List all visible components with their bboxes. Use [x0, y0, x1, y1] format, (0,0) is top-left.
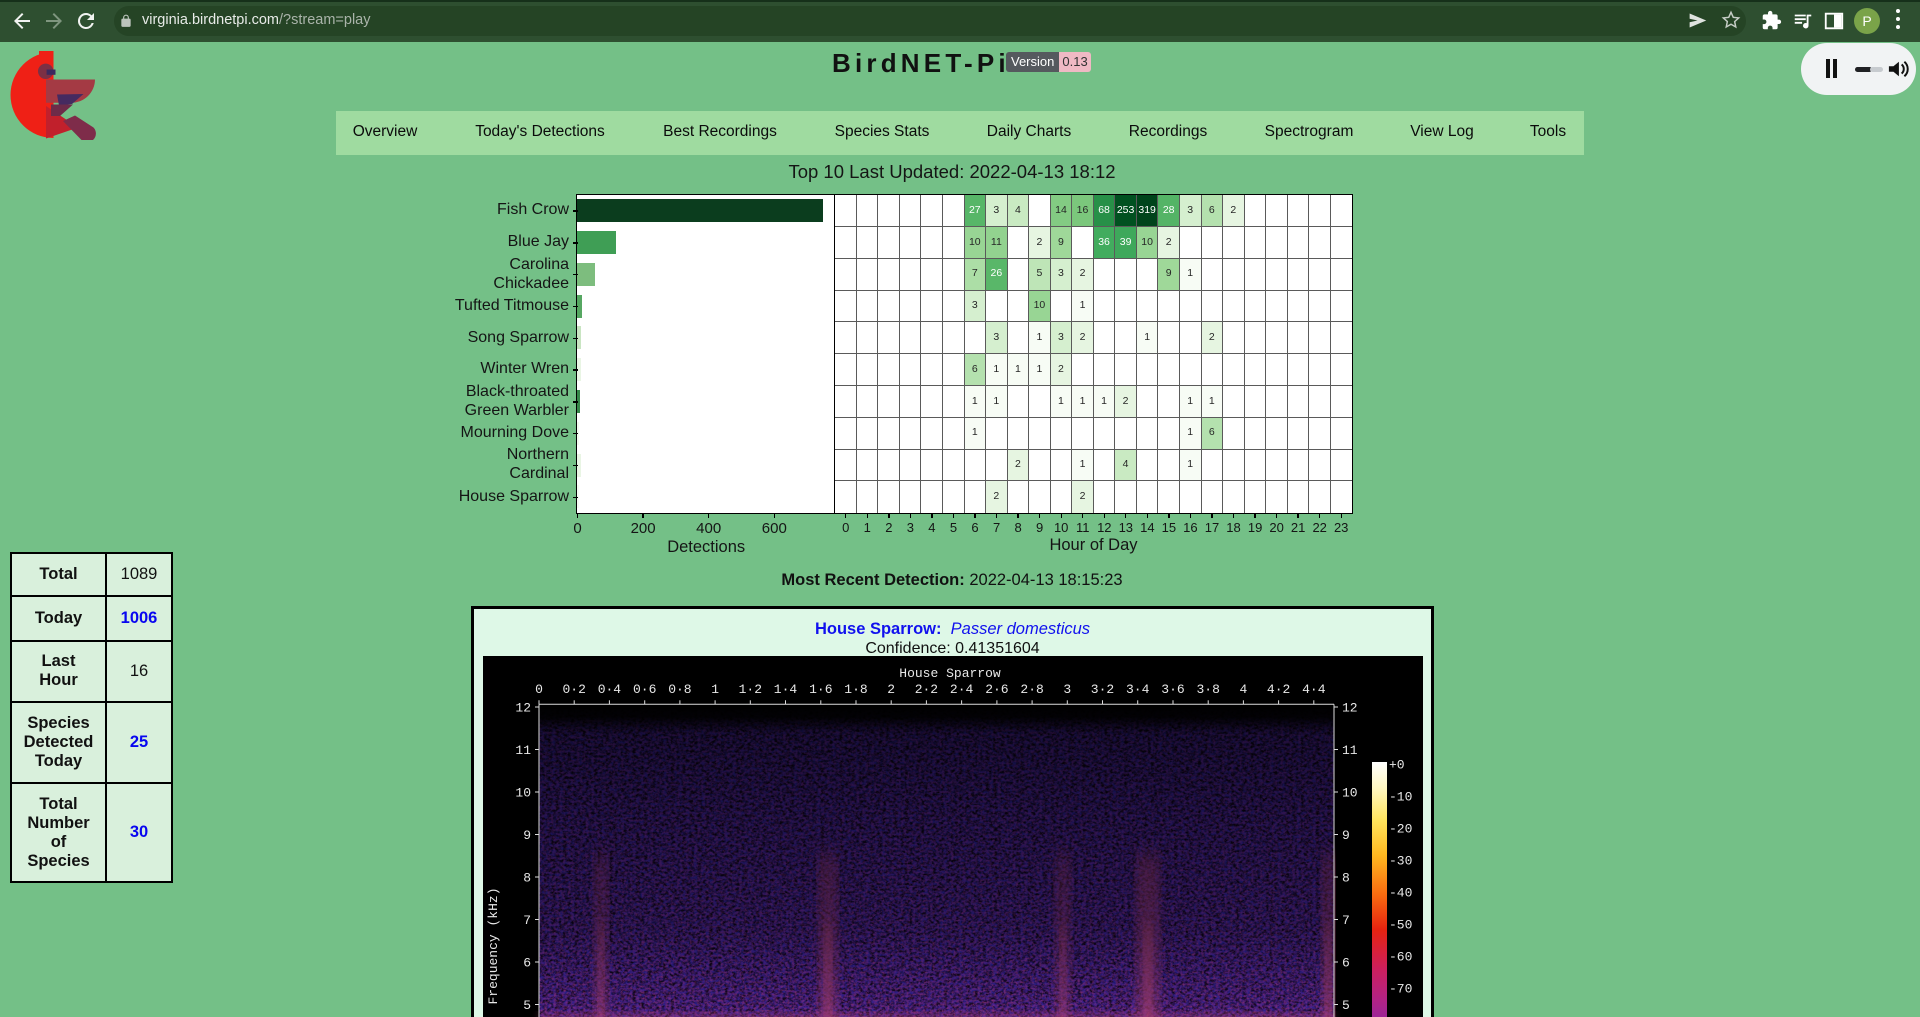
- svg-text:4: 4: [1239, 682, 1247, 697]
- svg-text:2·6: 2·6: [985, 682, 1008, 697]
- svg-text:-30: -30: [1389, 854, 1412, 869]
- svg-text:3·2: 3·2: [1091, 682, 1114, 697]
- svg-text:7: 7: [523, 913, 531, 928]
- svg-text:-60: -60: [1389, 950, 1412, 965]
- svg-text:1·6: 1·6: [809, 682, 832, 697]
- svg-text:0·4: 0·4: [598, 682, 622, 697]
- svg-text:8: 8: [1342, 871, 1350, 886]
- svg-text:0: 0: [535, 682, 543, 697]
- svg-text:12: 12: [515, 701, 531, 716]
- svg-text:1·8: 1·8: [844, 682, 867, 697]
- svg-text:6: 6: [1342, 956, 1350, 971]
- svg-text:8: 8: [523, 871, 531, 886]
- svg-text:1·2: 1·2: [739, 682, 762, 697]
- svg-text:+0: +0: [1389, 758, 1405, 773]
- svg-text:10: 10: [1342, 786, 1358, 801]
- svg-text:2·2: 2·2: [915, 682, 938, 697]
- svg-text:9: 9: [523, 828, 531, 843]
- svg-text:2·4: 2·4: [950, 682, 974, 697]
- svg-text:House Sparrow: House Sparrow: [899, 666, 1001, 681]
- svg-text:3·8: 3·8: [1196, 682, 1219, 697]
- svg-text:2·8: 2·8: [1020, 682, 1043, 697]
- svg-text:7: 7: [1342, 913, 1350, 928]
- svg-text:-70: -70: [1389, 982, 1412, 997]
- svg-text:6: 6: [523, 956, 531, 971]
- svg-text:1·4: 1·4: [774, 682, 798, 697]
- svg-text:12: 12: [1342, 701, 1358, 716]
- svg-text:4·4: 4·4: [1302, 682, 1326, 697]
- svg-text:1: 1: [711, 682, 719, 697]
- svg-text:Frequency (kHz): Frequency (kHz): [486, 887, 501, 1004]
- svg-text:3·4: 3·4: [1126, 682, 1150, 697]
- svg-text:11: 11: [1342, 743, 1358, 758]
- svg-text:-40: -40: [1389, 886, 1412, 901]
- svg-text:3: 3: [1063, 682, 1071, 697]
- svg-text:5: 5: [1342, 998, 1350, 1013]
- svg-text:0·6: 0·6: [633, 682, 656, 697]
- svg-text:9: 9: [1342, 828, 1350, 843]
- svg-text:-50: -50: [1389, 918, 1412, 933]
- svg-text:0·8: 0·8: [668, 682, 691, 697]
- svg-text:10: 10: [515, 786, 531, 801]
- svg-text:4·2: 4·2: [1267, 682, 1290, 697]
- svg-text:3·6: 3·6: [1161, 682, 1184, 697]
- svg-text:-10: -10: [1389, 790, 1412, 805]
- svg-text:5: 5: [523, 998, 531, 1013]
- svg-text:2: 2: [887, 682, 895, 697]
- svg-text:0·2: 0·2: [562, 682, 585, 697]
- svg-text:-20: -20: [1389, 822, 1412, 837]
- svg-text:11: 11: [515, 743, 531, 758]
